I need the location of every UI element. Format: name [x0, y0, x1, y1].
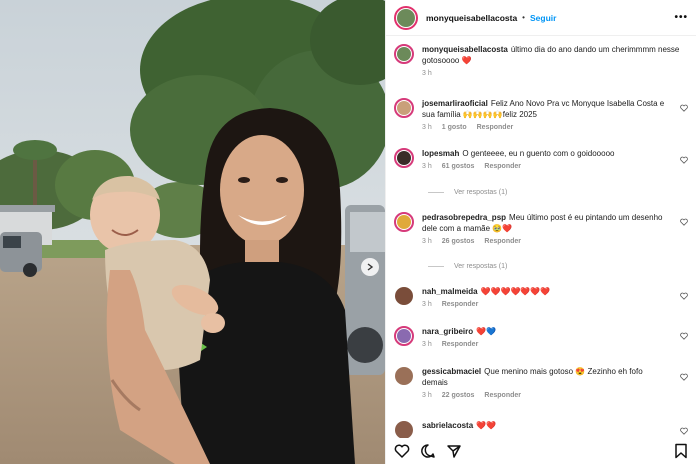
comment-username[interactable]: nah_malmeida — [422, 287, 478, 296]
comment-likes[interactable]: 26 gostos — [442, 238, 475, 245]
replies-divider — [428, 266, 444, 267]
caption: monyqueisabellacosta último dia do ano da… — [394, 44, 688, 77]
author-username[interactable]: monyqueisabellacosta — [426, 13, 517, 23]
comment-text: ❤️❤️❤️❤️❤️❤️❤️ — [480, 287, 551, 296]
commenter-avatar[interactable] — [394, 148, 414, 168]
comment-username[interactable]: josemarliraoficial — [422, 99, 488, 108]
comment-item: lopesmah O genteeee, eu n guento com o go… — [394, 148, 688, 170]
reply-button[interactable]: Responder — [442, 341, 479, 348]
separator-dot: • — [522, 13, 525, 22]
comment-item: pedrasobrepedra_psp Meu último post é eu … — [394, 212, 688, 245]
commenter-avatar[interactable] — [394, 366, 414, 386]
like-comment-heart-icon[interactable] — [680, 427, 688, 435]
replies-divider — [428, 192, 444, 193]
comment-icon[interactable] — [420, 443, 436, 459]
photo-illustration — [0, 0, 385, 464]
caption-username[interactable]: monyqueisabellacosta — [422, 45, 508, 54]
commenter-avatar[interactable] — [394, 420, 414, 438]
comment-time: 3 h — [422, 163, 432, 170]
view-replies-label: Ver respostas (1) — [454, 263, 508, 270]
more-options-icon[interactable]: ••• — [674, 12, 688, 23]
comment-username[interactable]: nara_gribeiro — [422, 327, 473, 336]
commenter-avatar[interactable] — [394, 286, 414, 306]
commenter-avatar[interactable] — [394, 212, 414, 232]
like-comment-heart-icon[interactable] — [680, 373, 688, 381]
caption-avatar[interactable] — [394, 44, 414, 64]
view-replies-button[interactable]: Ver respostas (1) — [428, 263, 507, 270]
chevron-right-icon — [367, 263, 374, 271]
follow-button[interactable]: Seguir — [530, 13, 556, 23]
commenter-avatar[interactable] — [394, 98, 414, 118]
post-action-bar — [386, 438, 696, 464]
comment-username[interactable]: lopesmah — [422, 149, 459, 158]
heart-icon[interactable] — [394, 443, 410, 459]
post-sidebar: monyqueisabellacosta • Seguir ••• monyqu… — [385, 0, 696, 464]
comment-text: ❤️💙 — [476, 327, 497, 336]
comment-likes[interactable]: 22 gostos — [442, 392, 475, 399]
comment-item: nah_malmeida ❤️❤️❤️❤️❤️❤️❤️ 3 h Responder — [394, 286, 688, 308]
like-comment-heart-icon[interactable] — [680, 292, 688, 300]
reply-button[interactable]: Responder — [484, 238, 521, 245]
comment-item: gessicabmaciel Que menino mais gotoso 😍 Z… — [394, 366, 688, 399]
like-comment-heart-icon[interactable] — [680, 156, 688, 164]
reply-button[interactable]: Responder — [442, 301, 479, 308]
reply-button[interactable]: Responder — [477, 124, 514, 131]
comments-list: monyqueisabellacosta último dia do ano da… — [386, 40, 696, 438]
comment-username[interactable]: pedrasobrepedra_psp — [422, 213, 506, 222]
author-avatar[interactable] — [394, 5, 418, 30]
comment-text: ❤️❤️ — [476, 421, 497, 430]
like-comment-heart-icon[interactable] — [680, 104, 688, 112]
comment-text: O genteeee, eu n guento com o goidooooo — [462, 149, 615, 158]
post-photo[interactable] — [0, 0, 385, 464]
commenter-avatar[interactable] — [394, 326, 414, 346]
comment-time: 3 h — [422, 238, 432, 245]
comment-time: 3 h — [422, 341, 432, 348]
comment-username[interactable]: sabrielacosta — [422, 421, 473, 430]
instagram-post-view: monyqueisabellacosta • Seguir ••• monyqu… — [0, 0, 696, 464]
caption-time: 3 h — [422, 70, 432, 77]
comment-username[interactable]: gessicabmaciel — [422, 367, 481, 376]
comment-likes[interactable]: 61 gostos — [442, 163, 475, 170]
comment-time: 3 h — [422, 392, 432, 399]
post-header: monyqueisabellacosta • Seguir ••• — [386, 0, 696, 36]
comment-item: sabrielacosta ❤️❤️ — [394, 420, 688, 438]
share-icon[interactable] — [446, 443, 462, 459]
comment-item: nara_gribeiro ❤️💙 3 h Responder — [394, 326, 688, 348]
comment-likes[interactable]: 1 gosto — [442, 124, 467, 131]
bookmark-icon[interactable] — [674, 443, 688, 459]
comment-time: 3 h — [422, 301, 432, 308]
next-photo-button[interactable] — [361, 258, 379, 276]
view-replies-label: Ver respostas (1) — [454, 189, 508, 196]
comment-time: 3 h — [422, 124, 432, 131]
like-comment-heart-icon[interactable] — [680, 332, 688, 340]
reply-button[interactable]: Responder — [484, 392, 521, 399]
reply-button[interactable]: Responder — [484, 163, 521, 170]
view-replies-button[interactable]: Ver respostas (1) — [428, 189, 507, 196]
like-comment-heart-icon[interactable] — [680, 218, 688, 226]
comment-item: josemarliraoficial Feliz Ano Novo Pra vc … — [394, 98, 688, 131]
